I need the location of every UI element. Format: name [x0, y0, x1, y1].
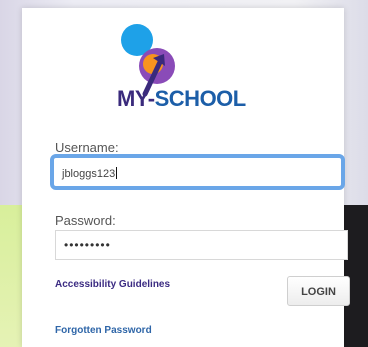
my-school-logo: MY-SCHOOL: [117, 20, 267, 116]
username-value[interactable]: jbloggs123: [62, 167, 118, 180]
login-panel: MY-SCHOOL Username: jbloggs123 Password:…: [22, 8, 350, 347]
text-cursor: [116, 167, 118, 179]
background-left-accent: [0, 205, 22, 347]
password-masked-value[interactable]: •••••••••: [64, 238, 111, 252]
username-value-text[interactable]: jbloggs123: [62, 168, 115, 180]
username-label: Username:: [55, 140, 119, 155]
logo-text-my: MY-: [117, 86, 155, 111]
logo-text-school: SCHOOL: [154, 86, 247, 111]
login-button[interactable]: LOGIN: [287, 276, 350, 306]
forgotten-password-link[interactable]: Forgotten Password: [55, 325, 152, 336]
accessibility-guidelines-link[interactable]: Accessibility Guidelines: [55, 279, 170, 290]
password-input[interactable]: •••••••••: [55, 230, 348, 260]
username-input[interactable]: jbloggs123: [50, 154, 345, 190]
password-label: Password:: [55, 213, 116, 228]
logo-text: MY-SCHOOL: [117, 86, 246, 112]
